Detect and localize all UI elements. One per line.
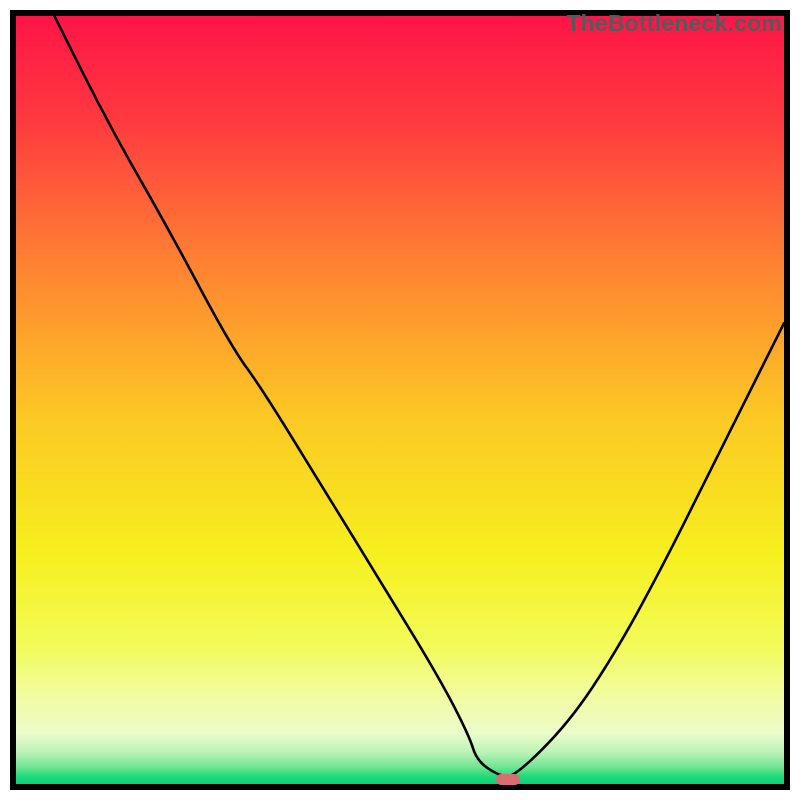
bottleneck-curve (16, 16, 784, 784)
minimum-marker (496, 774, 520, 785)
plot-area: TheBottleneck.com (10, 10, 790, 790)
watermark-text: TheBottleneck.com (566, 10, 782, 37)
chart-container: TheBottleneck.com (0, 0, 800, 800)
